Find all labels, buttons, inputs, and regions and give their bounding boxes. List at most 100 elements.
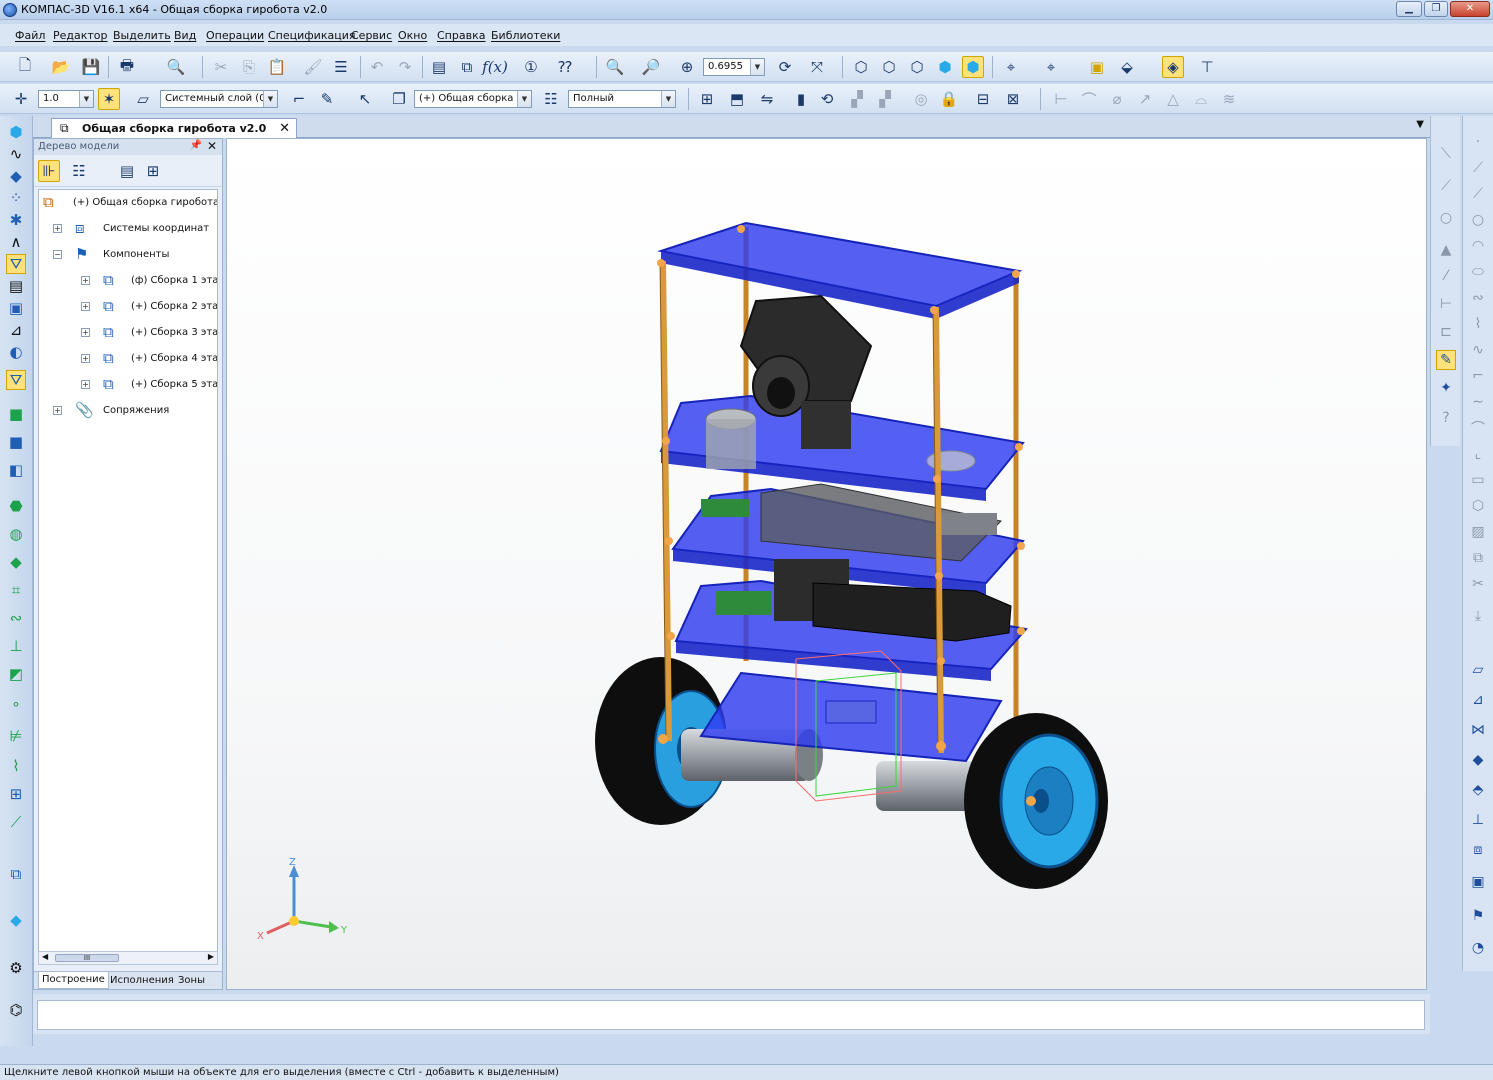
wave-icon[interactable]: ∼	[1468, 392, 1488, 412]
polyline-icon[interactable]: ⌇	[1468, 314, 1488, 334]
lock-icon[interactable]: 🔒	[938, 88, 960, 110]
triangle-icon[interactable]: ▲	[1436, 240, 1456, 260]
view-orient-icon[interactable]: ⬙	[1116, 56, 1138, 78]
close-icon[interactable]: ✕	[207, 139, 217, 153]
scroll-left-icon[interactable]: ◀	[42, 952, 48, 961]
fillet-icon[interactable]: ⌒	[1468, 418, 1488, 438]
curve-icon[interactable]: ∿	[6, 144, 26, 164]
filter-icon[interactable]: ⌖	[1000, 56, 1022, 78]
rectangle-icon[interactable]: ▭	[1468, 470, 1488, 490]
menu-help[interactable]: Справка	[437, 29, 485, 42]
tab-construction[interactable]: Построение	[38, 972, 109, 989]
zoom-window-icon[interactable]: 🔍	[604, 56, 626, 78]
minimize-button[interactable]: ▁	[1396, 1, 1422, 17]
axis-tool-icon[interactable]: ⊥	[1468, 810, 1488, 830]
spring-icon[interactable]: ⌇	[6, 756, 26, 776]
component-icon[interactable]: ❐	[388, 88, 410, 110]
plane-tangent-icon[interactable]: ⬘	[1468, 780, 1488, 800]
dim-diameter-icon[interactable]: ⌀	[1106, 88, 1128, 110]
menu-select[interactable]: Выделить	[113, 29, 171, 42]
bezier-icon[interactable]: ∿	[1468, 340, 1488, 360]
dim-linear-icon[interactable]: ⊢	[1050, 88, 1072, 110]
layer-combo[interactable]: Системный слой (0) ▼	[160, 90, 278, 108]
sketch2-icon[interactable]: ▣	[1468, 872, 1488, 892]
snap-tool-icon[interactable]: ✦	[1436, 378, 1456, 398]
menu-file[interactable]: Файл	[15, 29, 45, 42]
mirror-icon[interactable]: ⇋	[756, 88, 778, 110]
pipe-icon[interactable]: ⌬	[6, 1000, 26, 1020]
undo-icon[interactable]: ↶	[366, 56, 388, 78]
insert-file-icon[interactable]: ⬒	[726, 88, 748, 110]
expander[interactable]: +	[81, 276, 90, 285]
chevron-down-icon[interactable]: ▼	[661, 91, 675, 107]
chevron-down-icon[interactable]: ▼	[263, 91, 277, 107]
redo-icon[interactable]: ↷	[394, 56, 416, 78]
close-button[interactable]: ✕	[1450, 1, 1490, 17]
save-icon[interactable]: 💾	[80, 56, 102, 78]
hidden-lines-icon[interactable]: ⬡	[878, 56, 900, 78]
menu-view[interactable]: Вид	[174, 29, 196, 42]
circle-icon[interactable]: ○	[1436, 208, 1456, 228]
line2-icon[interactable]: ⟋	[1468, 158, 1488, 178]
tree-horizontal-scrollbar[interactable]: ◀ III ▶	[38, 951, 218, 965]
chevron-down-icon[interactable]: ▼	[750, 59, 764, 75]
add-component-icon[interactable]: ⊞	[696, 88, 718, 110]
axis-icon[interactable]: ⊥	[6, 636, 26, 656]
step-line-icon[interactable]: ⌐	[1468, 366, 1488, 386]
plane-3pt-icon[interactable]: ⋈	[1468, 720, 1488, 740]
move-component-icon[interactable]: ▮	[790, 88, 812, 110]
filters-icon[interactable]: ⛛	[6, 370, 26, 390]
snap-icon[interactable]: ✛	[10, 88, 32, 110]
collision-icon[interactable]: ◎	[910, 88, 932, 110]
dimension-tool-icon[interactable]: ⊢	[1436, 294, 1456, 314]
orientation-icon[interactable]: ⤧	[806, 56, 828, 78]
tab-versions[interactable]: Исполнения	[110, 975, 174, 986]
expander[interactable]: +	[53, 224, 62, 233]
model-viewport[interactable]: Z Y X	[226, 138, 1427, 990]
revolve-icon[interactable]: ◍	[6, 524, 26, 544]
document-tab[interactable]: ⧉ Общая сборка гиробота v2.0 ✕	[51, 118, 297, 138]
array-tools-icon[interactable]: ⁘	[6, 188, 26, 208]
arc-icon[interactable]: ◠	[1468, 236, 1488, 256]
spline2-icon[interactable]: ∾	[1468, 288, 1488, 308]
sheet-metal-icon[interactable]: ⧉	[6, 864, 26, 884]
line-icon[interactable]: ⟋	[6, 812, 26, 832]
zoom-all-icon[interactable]: 🔎	[640, 56, 662, 78]
dimensions-icon[interactable]: ⊿	[6, 320, 26, 340]
chevron-down-icon[interactable]: ▼	[517, 91, 531, 107]
display-combo[interactable]: Полный ▼	[568, 90, 676, 108]
properties-list-icon[interactable]: ☰	[330, 56, 352, 78]
tree-view-icon[interactable]: ☷	[68, 160, 90, 182]
copy-component-icon[interactable]: ▞	[874, 88, 896, 110]
download-icon[interactable]: ⤓	[1468, 606, 1488, 626]
solid-icon[interactable]: ◆	[6, 910, 26, 930]
local-cs-icon[interactable]: ⌐	[288, 88, 310, 110]
dim-angle-icon[interactable]: ⌒	[1078, 88, 1100, 110]
pointer-icon[interactable]: ↖	[354, 88, 376, 110]
shaded-icon[interactable]: ⬢	[934, 56, 956, 78]
loft-icon[interactable]: ◆	[6, 552, 26, 572]
perspective-icon[interactable]: ▣	[1086, 56, 1108, 78]
expander[interactable]: −	[53, 250, 62, 259]
tree-properties-icon[interactable]: ▤	[116, 160, 138, 182]
marker-icon[interactable]: ⚑	[1468, 906, 1488, 926]
segment-icon[interactable]: ⟋	[1436, 176, 1456, 196]
properties-field[interactable]	[37, 1000, 1425, 1030]
show-icon[interactable]: ⊠	[1002, 88, 1024, 110]
measure-tools-icon[interactable]: ∧	[6, 232, 26, 252]
print-preview-icon[interactable]: 🔍	[165, 56, 187, 78]
cut-extrude-icon[interactable]: ■	[6, 432, 26, 452]
designations-icon[interactable]: ◐	[6, 342, 26, 362]
menu-editor[interactable]: Редактор	[53, 29, 108, 42]
aux-geometry-icon[interactable]: ✱	[6, 210, 26, 230]
wireframe-icon[interactable]: ⬡	[850, 56, 872, 78]
display-mode-icon[interactable]: ☷	[540, 88, 562, 110]
ellipse-icon[interactable]: ⬭	[1468, 262, 1488, 282]
sketch-icon[interactable]: ⌗	[6, 580, 26, 600]
dot-icon[interactable]: ·	[1468, 132, 1488, 152]
rotate-icon[interactable]: ⟳	[774, 56, 796, 78]
grid-snap-icon[interactable]: ✶	[98, 88, 120, 110]
windows-icon[interactable]: ⊞	[6, 784, 26, 804]
variables-icon[interactable]: f(x)	[482, 56, 508, 78]
plane-icon[interactable]: ◩	[6, 664, 26, 684]
